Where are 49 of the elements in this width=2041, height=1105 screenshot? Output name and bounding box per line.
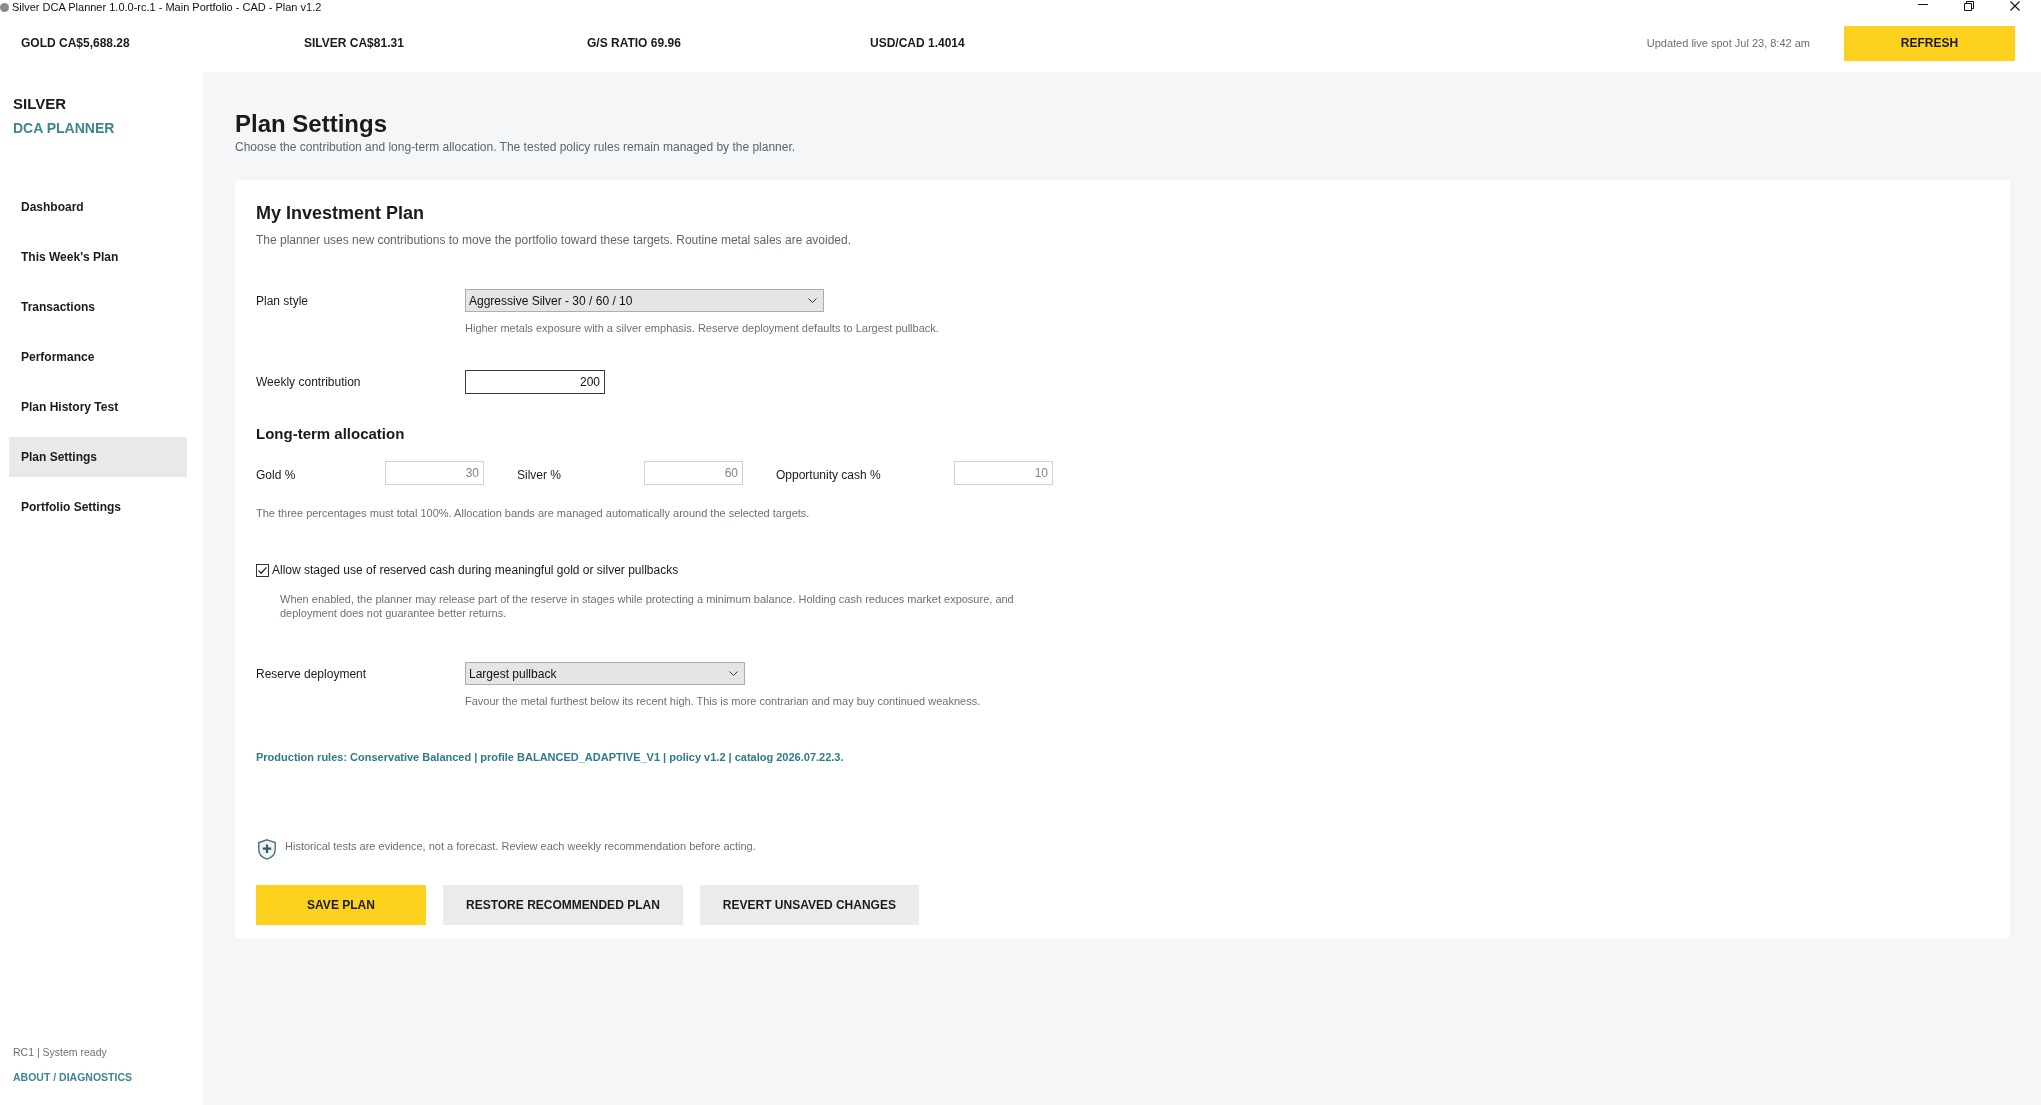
checkbox[interactable] — [256, 563, 269, 577]
plan-style-select[interactable]: Aggressive Silver - 30 / 60 / 10 — [465, 289, 824, 312]
action-button[interactable]: REVERT UNSAVED CHANGES — [699, 885, 919, 925]
nav-item[interactable]: Transactions — [9, 287, 187, 327]
field-hint: Higher metals exposure with a silver emphasis. Reserve deployment defaults to Largest pullback. — [465, 321, 940, 335]
window-title: Silver DCA Planner 1.0.0-rc.1 - Main Portfolio - CAD - Plan v1.2 — [12, 0, 322, 14]
field-label: Reserve deployment — [256, 666, 368, 681]
about-link[interactable]: ABOUT / DIAGNOSTICS — [13, 1070, 132, 1084]
action-button[interactable]: SAVE PLAN — [256, 885, 426, 925]
chevron-down-icon — [729, 671, 738, 676]
page-subtitle: Choose the contribution and long-term allocation. The tested policy rules remain managed by the planner. — [235, 139, 797, 155]
contribution-input[interactable]: 200 — [465, 370, 605, 394]
checkbox-label[interactable]: Allow staged use of reserved cash during meaningful gold or silver pullbacks — [272, 563, 679, 577]
production-rules-text: Production rules: Conservative Balanced | profile BALANCED_ADAPTIVE_V1 | policy v1.2 | catalog 2026.07.22.3. — [256, 750, 845, 764]
brand-title: SILVER — [13, 95, 67, 113]
nav-item[interactable]: Plan History Test — [9, 387, 187, 427]
chevron-down-icon — [808, 298, 817, 303]
update-status: Updated live spot Jul 23, 8:42 am — [1646, 37, 1810, 49]
price-quote: USD/CAD 1.4014 — [870, 36, 966, 50]
disclaimer-text: Historical tests are evidence, not a forecast. Review each weekly recommendation before acting. — [285, 839, 756, 853]
price-quote: GOLD CA$5,688.28 — [21, 36, 131, 50]
field-label: Weekly contribution — [256, 375, 362, 389]
option-description: When enabled, the planner may release part of the reserve in stages while protecting a minimum balance. Holding cash reduces market exposure, and deployment does not guarantee better returns. — [280, 592, 1015, 620]
nav-item[interactable]: This Week's Plan — [9, 237, 187, 277]
status-text: RC1 | System ready — [13, 1045, 107, 1059]
price-quote: G/S RATIO 69.96 — [587, 36, 682, 50]
field-label: Plan style — [256, 293, 310, 308]
field-label: Silver % — [517, 468, 562, 482]
ball-icon — [0, 2, 9, 12]
nav-item[interactable]: Performance — [9, 337, 187, 377]
shield-plus-icon — [258, 839, 276, 860]
brand-subtitle: DCA PLANNER — [13, 119, 115, 137]
allocation-note: The three percentages must total 100%. Allocation bands are managed automatically around the selected targets. — [256, 506, 811, 520]
restore-icon[interactable] — [1964, 1, 1974, 11]
reserve-deployment-select[interactable]: Largest pullback — [465, 662, 745, 685]
field-hint: Favour the metal furthest below its recent high. This is more contrarian and may buy continued weakness. — [465, 694, 982, 708]
refresh-button[interactable]: REFRESH — [1844, 25, 2015, 61]
price-quote: SILVER CA$81.31 — [304, 36, 405, 50]
nav-item[interactable]: Dashboard — [9, 187, 187, 227]
field-label: Gold % — [256, 468, 297, 482]
field-label: Opportunity cash % — [776, 468, 882, 482]
nav-item[interactable]: Portfolio Settings — [9, 487, 187, 527]
card-title: My Investment Plan — [256, 202, 426, 225]
nav-item[interactable]: Plan Settings — [9, 437, 187, 477]
close-icon[interactable] — [2010, 1, 2020, 11]
page-title: Plan Settings — [235, 110, 389, 138]
card-subtitle: The planner uses new contributions to move the portfolio toward these targets. Routine metal sales are avoided. — [256, 232, 852, 248]
section-heading: Long-term allocation — [256, 424, 406, 444]
action-button[interactable]: RESTORE RECOMMENDED PLAN — [443, 885, 683, 925]
